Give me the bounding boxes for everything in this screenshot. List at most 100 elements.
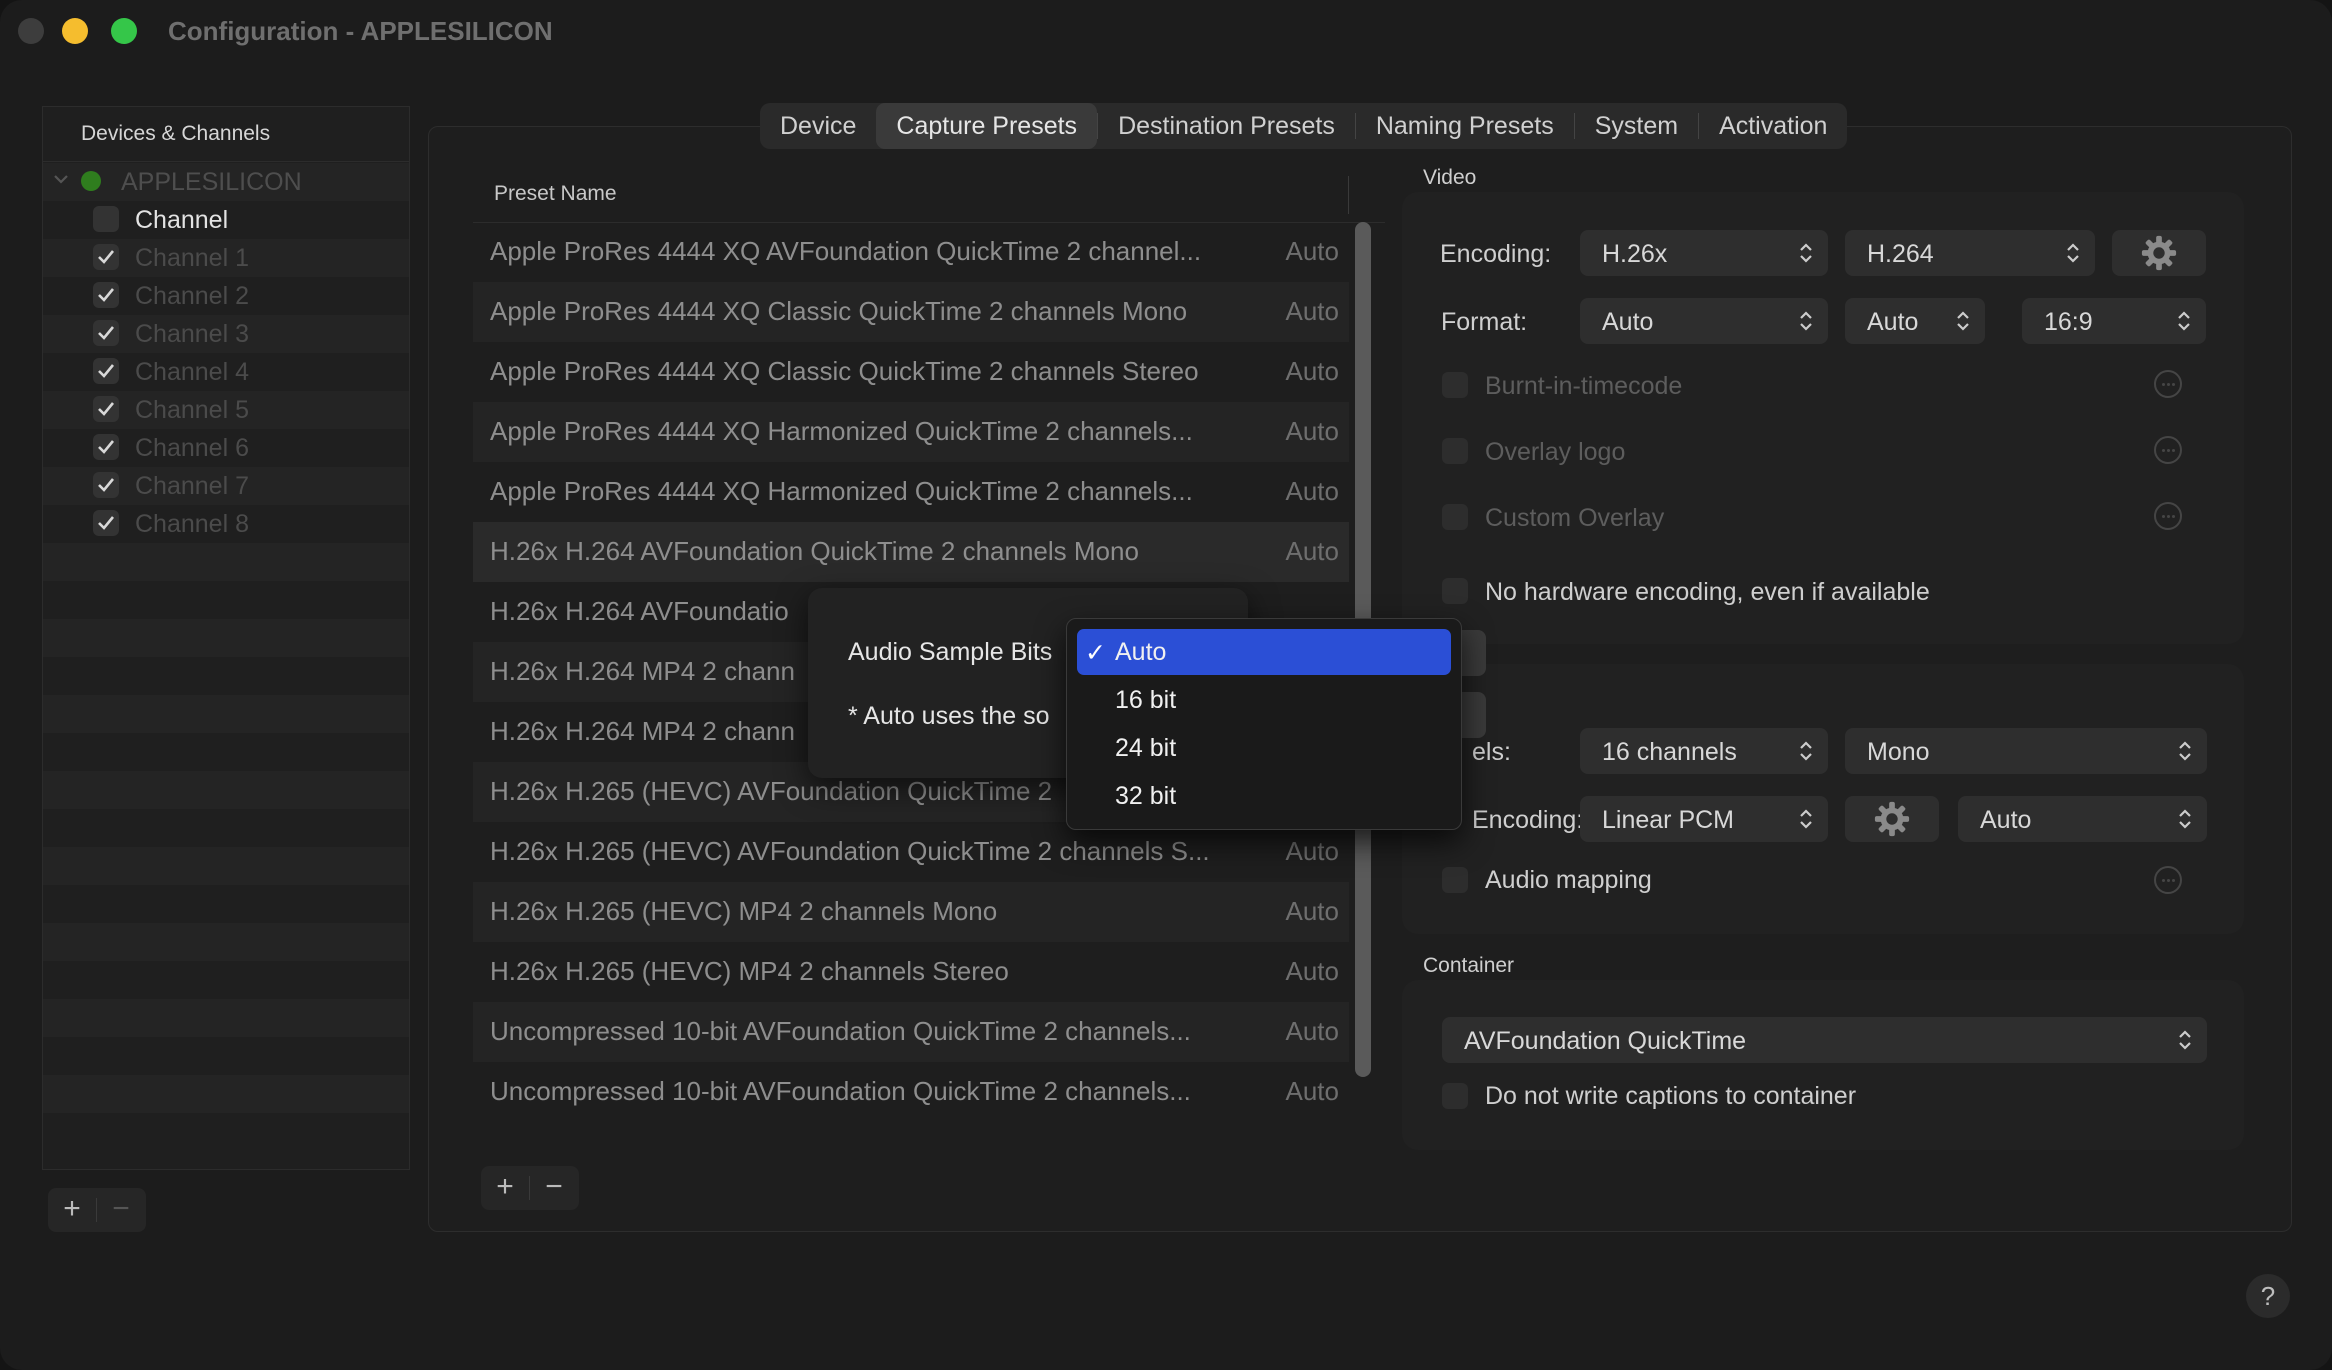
overlay-logo-checkbox[interactable] <box>1442 438 1468 464</box>
no-captions-checkbox[interactable] <box>1442 1083 1468 1109</box>
updown-arrow-icon <box>1957 311 1969 331</box>
sidebar-header: Devices & Channels <box>43 107 409 162</box>
audio-mapping-checkbox[interactable] <box>1442 867 1468 893</box>
channel-row[interactable]: Channel 3 <box>43 315 409 353</box>
menu-item-32-bit[interactable]: 32 bit <box>1077 773 1451 819</box>
preset-name: Uncompressed 10-bit AVFoundation QuickTi… <box>490 1016 1191 1046</box>
sample-bits-menu: ✓ Auto 16 bit 24 bit 32 bit <box>1066 618 1462 830</box>
help-button[interactable]: ? <box>2246 1274 2290 1318</box>
channel-checkbox[interactable] <box>93 472 119 498</box>
updown-arrow-icon <box>2179 741 2191 761</box>
audio-encoding-label: Encoding: <box>1472 806 1584 834</box>
chevron-down-icon[interactable] <box>51 169 71 189</box>
preset-row[interactable]: Apple ProRes 4444 XQ Harmonized QuickTim… <box>473 402 1349 462</box>
preset-row[interactable]: H.26x H.264 AVFoundation QuickTime 2 cha… <box>473 522 1349 582</box>
burnt-in-options-icon[interactable] <box>2154 370 2182 398</box>
close-window-button[interactable] <box>18 18 44 44</box>
preset-row[interactable]: Apple ProRes 4444 XQ Classic QuickTime 2… <box>473 342 1349 402</box>
burnt-in-timecode-label: Burnt-in-timecode <box>1485 372 1683 400</box>
container-popup[interactable]: AVFoundation QuickTime <box>1442 1017 2207 1063</box>
channel-label: Channel 2 <box>135 282 249 310</box>
channel-header-row[interactable]: Channel <box>43 201 409 239</box>
preset-row[interactable]: Uncompressed 10-bit AVFoundation QuickTi… <box>473 1062 1349 1122</box>
channel-checkbox[interactable] <box>93 396 119 422</box>
audio-encoding-popup[interactable]: Linear PCM <box>1580 796 1828 842</box>
remove-preset-button[interactable]: − <box>530 1166 578 1210</box>
tab-naming-presets[interactable]: Naming Presets <box>1356 103 1574 149</box>
tab-capture-presets[interactable]: Capture Presets <box>876 103 1098 149</box>
minimize-window-button[interactable] <box>62 18 88 44</box>
channel-checkbox[interactable] <box>93 358 119 384</box>
preset-row[interactable]: Apple ProRes 4444 XQ Classic QuickTime 2… <box>473 282 1349 342</box>
container-section-title: Container <box>1423 954 1515 977</box>
add-preset-button[interactable]: + <box>481 1166 529 1210</box>
empty-row <box>43 657 409 695</box>
audio-rate-popup[interactable]: Auto <box>1958 796 2207 842</box>
empty-row <box>43 543 409 581</box>
audio-settings-button[interactable] <box>1845 796 1939 842</box>
custom-overlay-checkbox[interactable] <box>1442 504 1468 530</box>
preset-row[interactable]: Uncompressed 10-bit AVFoundation QuickTi… <box>473 1002 1349 1062</box>
preset-name: Apple ProRes 4444 XQ AVFoundation QuickT… <box>490 236 1202 266</box>
preset-row[interactable]: H.26x H.265 (HEVC) AVFoundation QuickTim… <box>473 822 1349 882</box>
channel-all-checkbox[interactable] <box>93 206 119 232</box>
preset-name: Apple ProRes 4444 XQ Harmonized QuickTim… <box>490 476 1193 506</box>
status-dot-icon <box>81 171 101 191</box>
channel-row[interactable]: Channel 5 <box>43 391 409 429</box>
video-format-popup-1[interactable]: Auto <box>1580 298 1828 344</box>
updown-arrow-icon <box>2067 243 2079 263</box>
add-channel-button[interactable]: + <box>48 1188 96 1232</box>
checkmark-icon: ✓ <box>1085 639 1106 667</box>
empty-row <box>43 847 409 885</box>
channel-row[interactable]: Channel 8 <box>43 505 409 543</box>
zoom-window-button[interactable] <box>111 18 137 44</box>
channel-checkbox[interactable] <box>93 282 119 308</box>
menu-item-auto[interactable]: ✓ Auto <box>1077 629 1451 675</box>
empty-row <box>43 999 409 1037</box>
audio-mapping-options-icon[interactable] <box>2154 866 2182 894</box>
device-row[interactable]: APPLESILICON <box>43 163 409 201</box>
preset-name-column-header[interactable]: Preset Name <box>494 182 617 206</box>
tab-destination-presets[interactable]: Destination Presets <box>1098 103 1355 149</box>
empty-row <box>43 771 409 809</box>
preset-name: H.26x H.265 (HEVC) MP4 2 channels Mono <box>490 896 998 926</box>
overlay-logo-options-icon[interactable] <box>2154 436 2182 464</box>
audio-channels-popup[interactable]: 16 channels <box>1580 728 1828 774</box>
channel-row[interactable]: Channel 4 <box>43 353 409 391</box>
video-codec-popup[interactable]: H.264 <box>1845 230 2095 276</box>
no-hardware-encoding-checkbox[interactable] <box>1442 578 1468 604</box>
menu-item-24-bit[interactable]: 24 bit <box>1077 725 1451 771</box>
channel-checkbox[interactable] <box>93 320 119 346</box>
empty-row <box>43 695 409 733</box>
remove-channel-button[interactable]: − <box>97 1188 145 1232</box>
tab-system[interactable]: System <box>1575 103 1698 149</box>
channel-row[interactable]: Channel 2 <box>43 277 409 315</box>
tab-device[interactable]: Device <box>760 103 876 149</box>
preset-row[interactable]: H.26x H.265 (HEVC) MP4 2 channels Mono Au… <box>473 882 1349 942</box>
channel-label: Channel 1 <box>135 244 249 272</box>
channel-checkbox[interactable] <box>93 244 119 270</box>
preset-row[interactable]: Apple ProRes 4444 XQ Harmonized QuickTim… <box>473 462 1349 522</box>
video-encoding-family-popup[interactable]: H.26x <box>1580 230 1828 276</box>
video-aspect-popup[interactable]: 16:9 <box>2022 298 2206 344</box>
video-format-popup-2[interactable]: Auto <box>1845 298 1985 344</box>
custom-overlay-options-icon[interactable] <box>2154 502 2182 530</box>
channel-label: Channel 4 <box>135 358 249 386</box>
video-section-title: Video <box>1423 166 1477 189</box>
channel-row[interactable]: Channel 7 <box>43 467 409 505</box>
burnt-in-timecode-checkbox[interactable] <box>1442 372 1468 398</box>
channel-row[interactable]: Channel 1 <box>43 239 409 277</box>
channel-row[interactable]: Channel 6 <box>43 429 409 467</box>
video-settings-button[interactable] <box>2112 230 2206 276</box>
sidebar-add-remove: + − <box>48 1188 146 1232</box>
channel-checkbox[interactable] <box>93 434 119 460</box>
channel-label: Channel 8 <box>135 510 249 538</box>
preset-row[interactable]: H.26x H.265 (HEVC) MP4 2 channels Stereo… <box>473 942 1349 1002</box>
channel-checkbox[interactable] <box>93 510 119 536</box>
audio-layout-popup[interactable]: Mono <box>1845 728 2207 774</box>
menu-item-16-bit[interactable]: 16 bit <box>1077 677 1451 723</box>
updown-arrow-icon <box>1800 311 1812 331</box>
tab-activation[interactable]: Activation <box>1699 103 1847 149</box>
channel-label: Channel 6 <box>135 434 249 462</box>
preset-row[interactable]: Apple ProRes 4444 XQ AVFoundation QuickT… <box>473 222 1349 282</box>
